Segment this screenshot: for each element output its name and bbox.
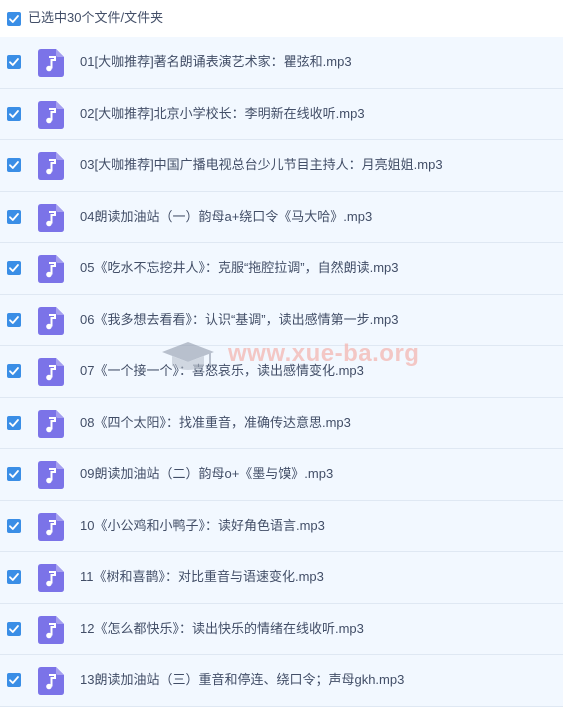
file-checkbox[interactable] [7, 621, 21, 636]
checkmark-icon [9, 676, 19, 684]
file-checkbox[interactable] [7, 673, 21, 687]
music-note-icon [38, 203, 64, 232]
checkmark-icon [9, 264, 19, 272]
file-checkbox[interactable] [7, 158, 21, 172]
music-note-icon [38, 512, 64, 541]
checkmark-icon [9, 573, 19, 581]
checkmark-icon [9, 212, 19, 221]
file-name: 05《吃水不忘挖井人》：克服“拖腔拉调”，自然朗读.mp3 [80, 260, 399, 275]
file-row[interactable]: 03[大咖推荐]中国广播电视总台少儿节目主持人：月亮姐姐.mp3 [0, 140, 563, 192]
selection-count-label: 已选中30个文件/文件夹 [28, 10, 164, 25]
file-row[interactable]: 08《四个太阳》：找准重音，准确传达意思.mp3 [0, 397, 563, 449]
music-note-icon [38, 358, 64, 386]
music-note-icon [38, 564, 64, 592]
checkmark-icon [9, 15, 19, 23]
music-note-icon [38, 667, 64, 695]
music-note-icon [38, 255, 64, 283]
music-note-icon [38, 100, 64, 129]
music-note-icon [38, 461, 64, 489]
file-checkbox[interactable] [7, 209, 21, 224]
music-note-icon [38, 49, 64, 77]
file-row[interactable]: 04朗读加油站（一）韵母a+绕口令《马大哈》.mp3 [0, 191, 563, 243]
file-name: 03[大咖推荐]中国广播电视总台少儿节目主持人：月亮姐姐.mp3 [80, 157, 443, 172]
file-row[interactable]: 01[大咖推荐]著名朗诵表演艺术家：瞿弦和.mp3 [0, 37, 563, 89]
file-checkbox[interactable] [7, 364, 21, 378]
file-checkbox[interactable] [7, 312, 21, 327]
checkmark-icon [9, 624, 19, 633]
file-row[interactable]: 05《吃水不忘挖井人》：克服“拖腔拉调”，自然朗读.mp3 [0, 243, 563, 295]
file-row[interactable]: 12《怎么都快乐》：读出快乐的情绪在线收听.mp3 [0, 603, 563, 655]
file-name: 04朗读加油站（一）韵母a+绕口令《马大哈》.mp3 [80, 208, 373, 224]
checkmark-icon [9, 58, 19, 66]
file-list: 01[大咖推荐]著名朗诵表演艺术家：瞿弦和.mp3 02[大咖推荐]北京小学校长… [0, 37, 563, 707]
file-name: 12《怎么都快乐》：读出快乐的情绪在线收听.mp3 [80, 620, 364, 636]
file-checkbox[interactable] [7, 518, 21, 533]
checkmark-icon [9, 109, 19, 118]
music-note-icon [38, 152, 64, 180]
file-name: 06《我多想去看看》：认识“基调”，读出感情第一步.mp3 [80, 311, 399, 327]
file-name: 07《一个接一个》：喜怒哀乐，读出感情变化.mp3 [80, 363, 364, 378]
file-name: 10《小公鸡和小鸭子》：读好角色语言.mp3 [80, 517, 325, 533]
music-note-icon [38, 409, 64, 438]
file-name: 11《树和喜鹊》：对比重音与语速变化.mp3 [80, 569, 324, 584]
file-name: 02[大咖推荐]北京小学校长：李明新在线收听.mp3 [80, 105, 365, 121]
file-row[interactable]: 02[大咖推荐]北京小学校长：李明新在线收听.mp3 [0, 88, 563, 140]
file-checkbox[interactable] [7, 570, 21, 584]
file-name: 09朗读加油站（二）韵母o+《墨与馍》.mp3 [80, 466, 334, 481]
selection-header: 已选中30个文件/文件夹 [0, 0, 563, 36]
checkmark-icon [9, 470, 19, 478]
select-all-checkbox[interactable] [7, 12, 21, 26]
file-row[interactable]: 10《小公鸡和小鸭子》：读好角色语言.mp3 [0, 500, 563, 552]
checkmark-icon [9, 315, 19, 324]
file-checkbox[interactable] [7, 415, 21, 430]
file-checkbox[interactable] [7, 55, 21, 69]
file-row[interactable]: 06《我多想去看看》：认识“基调”，读出感情第一步.mp3 [0, 294, 563, 346]
file-name: 08《四个太阳》：找准重音，准确传达意思.mp3 [80, 414, 351, 430]
file-checkbox[interactable] [7, 106, 21, 121]
file-name: 13朗读加油站（三）重音和停连、绕口令；声母gkh.mp3 [80, 672, 405, 687]
checkmark-icon [9, 418, 19, 427]
music-note-icon [38, 615, 64, 644]
file-checkbox[interactable] [7, 261, 21, 275]
music-note-icon [38, 306, 64, 335]
file-row[interactable]: 09朗读加油站（二）韵母o+《墨与馍》.mp3 [0, 449, 563, 501]
file-row[interactable]: 13朗读加油站（三）重音和停连、绕口令；声母gkh.mp3 [0, 655, 563, 707]
checkmark-icon [9, 161, 19, 169]
checkmark-icon [9, 367, 19, 375]
file-name: 01[大咖推荐]著名朗诵表演艺术家：瞿弦和.mp3 [80, 54, 352, 69]
file-row[interactable]: 07《一个接一个》：喜怒哀乐，读出感情变化.mp3 [0, 346, 563, 398]
checkmark-icon [9, 521, 19, 530]
file-row[interactable]: 11《树和喜鹊》：对比重音与语速变化.mp3 [0, 552, 563, 604]
file-checkbox[interactable] [7, 467, 21, 481]
